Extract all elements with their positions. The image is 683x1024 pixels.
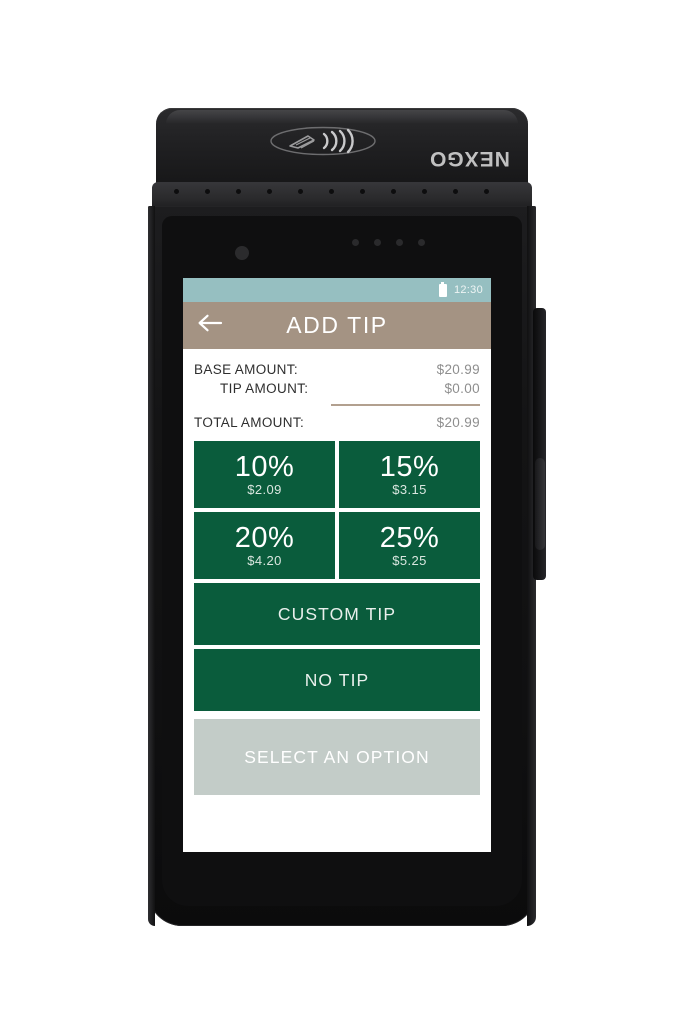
tip-option-percent: 25% [379,521,440,554]
tip-option-10[interactable]: 10% $2.09 [194,441,335,508]
tip-option-20[interactable]: 20% $4.20 [194,512,335,579]
tip-options-grid: 10% $2.09 15% $3.15 20% $4.20 25% $5.25 [183,441,491,579]
base-amount-value: $20.99 [436,362,480,377]
battery-icon [438,281,447,297]
sensor-dot [374,239,381,246]
base-amount-label: BASE AMOUNT: [194,362,298,377]
tip-option-percent: 20% [234,521,295,554]
contactless-nfc-icon [268,126,378,156]
total-amount-value: $20.99 [436,415,480,430]
camera-icon [235,246,249,260]
tip-option-percent: 15% [379,450,440,483]
sensor-dot [396,239,403,246]
total-amount-label: TOTAL AMOUNT: [194,415,305,430]
no-tip-button[interactable]: NO TIP [194,649,480,711]
app-bar: ADD TIP [183,302,491,349]
tip-option-amount: $4.20 [247,552,282,568]
tip-amount-label: TIP AMOUNT: [220,381,309,396]
tip-option-25[interactable]: 25% $5.25 [339,512,480,579]
back-button[interactable] [183,302,237,349]
select-an-option-status: SELECT AN OPTION [194,719,480,795]
tip-amount-row: TIP AMOUNT: $0.00 [194,379,480,398]
sensor-dot [418,239,425,246]
device-left-edge [148,206,155,926]
custom-tip-button[interactable]: CUSTOM TIP [194,583,480,645]
payment-terminal-device: NEXGO 12:30 ADD TIP BASE AMOUNT: $20.99 … [148,108,546,926]
sensor-dot [352,239,359,246]
action-buttons: CUSTOM TIP NO TIP SELECT AN OPTION [183,579,491,795]
device-body: 12:30 ADD TIP BASE AMOUNT: $20.99 TIP AM… [148,206,546,926]
base-amount-row: BASE AMOUNT: $20.99 [194,360,480,379]
tip-option-amount: $3.15 [392,481,427,497]
amount-divider [331,404,480,406]
amounts-summary: BASE AMOUNT: $20.99 TIP AMOUNT: $0.00 TO… [183,349,491,441]
tip-option-amount: $2.09 [247,481,282,497]
status-time: 12:30 [453,284,483,296]
terminal-screen: 12:30 ADD TIP BASE AMOUNT: $20.99 TIP AM… [183,278,491,852]
back-arrow-icon [197,314,223,337]
screen-bezel: 12:30 ADD TIP BASE AMOUNT: $20.99 TIP AM… [162,216,522,906]
printer-flap: NEXGO [156,108,528,190]
tip-option-amount: $5.25 [392,552,427,568]
brand-logo: NEXGO [429,147,510,170]
flap-highlight [166,110,518,124]
side-button-notch[interactable] [535,458,545,550]
tip-option-15[interactable]: 15% $3.15 [339,441,480,508]
total-amount-row: TOTAL AMOUNT: $20.99 [194,413,480,432]
status-bar: 12:30 [183,278,491,302]
tip-amount-value: $0.00 [444,381,480,396]
tip-option-percent: 10% [234,450,295,483]
